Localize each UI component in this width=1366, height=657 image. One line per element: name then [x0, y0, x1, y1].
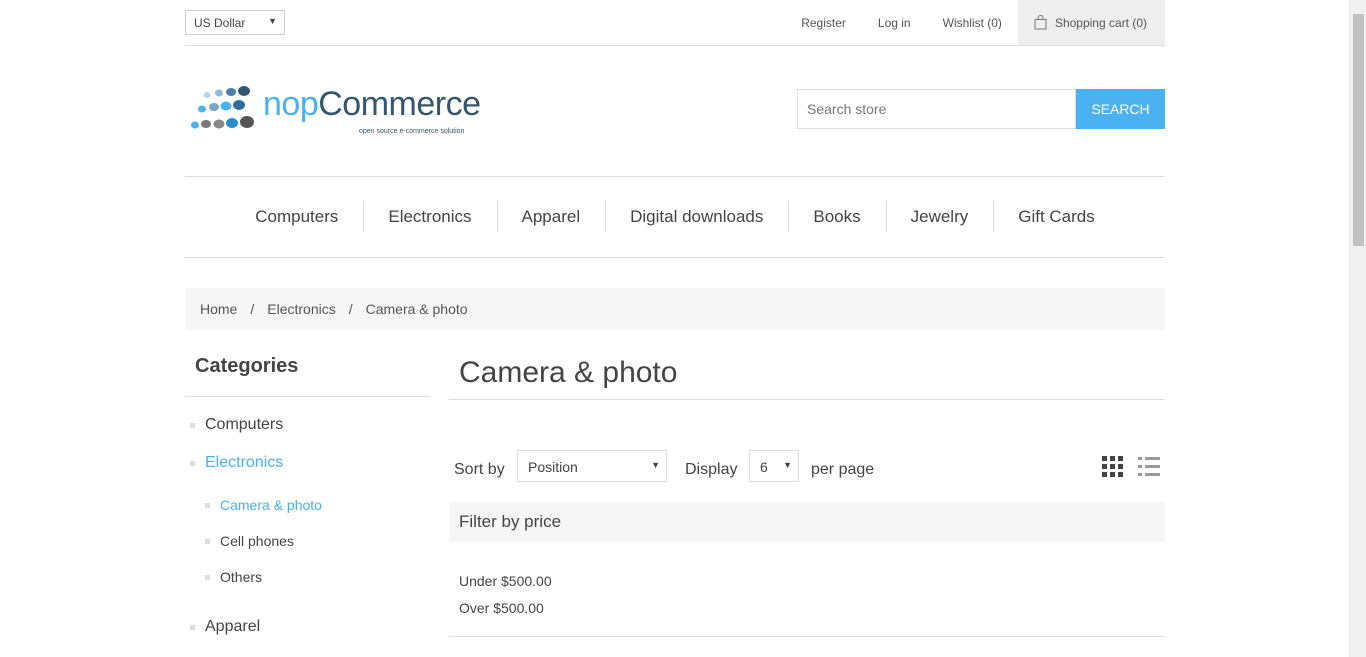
register-link[interactable]: Register	[801, 16, 846, 30]
search-button[interactable]: Search	[1076, 89, 1165, 129]
shopping-cart-label: Shopping cart (0)	[1054, 15, 1147, 30]
page-size-value: 6	[760, 459, 768, 475]
menu-item-electronics[interactable]: Electronics	[363, 201, 496, 232]
subcategory-label: Others	[220, 569, 263, 585]
category-label: Apparel	[205, 618, 261, 635]
bullet-icon	[205, 503, 210, 508]
category-label: Computers	[205, 416, 284, 433]
price-range-over-500[interactable]: Over $500.00	[459, 595, 1165, 622]
per-page-label: per page	[811, 461, 875, 478]
category-item-computers[interactable]: Computers	[185, 413, 430, 451]
top-menu: Computers Electronics Apparel Digital do…	[185, 176, 1165, 258]
category-item-apparel[interactable]: Apparel	[185, 615, 430, 653]
menu-item-gift-cards[interactable]: Gift Cards	[993, 201, 1120, 232]
page-title: Camera & photo	[449, 355, 1165, 400]
chevron-down-icon: ▼	[651, 460, 660, 470]
category-list: Computers Electronics Camera & photo Cel…	[185, 413, 430, 653]
price-filter-title: Filter by price	[449, 502, 1165, 542]
breadcrumb-separator: /	[250, 301, 255, 317]
menu-item-apparel[interactable]: Apparel	[496, 201, 606, 232]
breadcrumb-home[interactable]: Home	[200, 301, 237, 317]
menu-item-digital-downloads[interactable]: Digital downloads	[605, 201, 788, 232]
shopping-bag-icon	[1034, 15, 1047, 30]
header-main: nopCommerce open source e-commerce solut…	[185, 46, 1165, 176]
sort-by-select[interactable]: Position ▼	[517, 450, 667, 482]
logo-tagline: open source e-commerce solution	[359, 128, 465, 135]
breadcrumb-electronics[interactable]: Electronics	[267, 301, 335, 317]
search-input[interactable]	[797, 89, 1076, 129]
store-logo[interactable]: nopCommerce open source e-commerce solut…	[189, 82, 489, 137]
page-scrollbar[interactable]	[1349, 0, 1366, 657]
wishlist-link[interactable]: Wishlist (0)	[943, 16, 1002, 30]
currency-selector[interactable]: US Dollar ▼	[185, 10, 285, 35]
breadcrumb: Home / Electronics / Camera & photo	[185, 288, 1165, 330]
product-selectors: Sort by Position ▼ Display 6 ▼ per page	[449, 450, 1165, 500]
scrollbar-thumb[interactable]	[1353, 14, 1364, 246]
logo-wordmark: nopCommerce	[263, 85, 481, 124]
chevron-down-icon: ▼	[783, 460, 792, 470]
shopping-cart-link[interactable]: Shopping cart (0)	[1017, 0, 1165, 45]
logo-dots-icon	[191, 86, 254, 129]
subcategory-list: Camera & photo Cell phones Others	[185, 495, 430, 603]
subcategory-item-camera-photo[interactable]: Camera & photo	[185, 495, 430, 531]
list-view-icon[interactable]	[1137, 455, 1161, 479]
category-item-electronics[interactable]: Electronics	[185, 451, 430, 489]
bullet-icon	[190, 625, 195, 630]
header-links: Register Log in Wishlist (0) Shopping ca…	[769, 0, 1165, 45]
bullet-icon	[190, 461, 195, 466]
categories-block: Categories Computers Electronics Camera …	[185, 355, 430, 653]
grid-view-icon[interactable]	[1101, 455, 1125, 479]
subcategory-item-others[interactable]: Others	[185, 567, 430, 603]
breadcrumb-separator: /	[348, 301, 353, 317]
logo-brand-dark: Commerce	[318, 85, 481, 123]
login-link[interactable]: Log in	[878, 16, 911, 30]
page-wrapper: US Dollar ▼ Register Log in Wishlist (0)…	[185, 0, 1165, 637]
search-box: Search	[797, 89, 1165, 129]
center-column: Camera & photo Sort by Position ▼ Displa…	[449, 355, 1165, 637]
display-label: Display	[685, 461, 738, 478]
price-range-list: Under $500.00 Over $500.00	[449, 542, 1165, 637]
bullet-icon	[190, 423, 195, 428]
sort-by-value: Position	[528, 459, 578, 475]
bullet-icon	[205, 539, 210, 544]
categories-title: Categories	[185, 355, 430, 397]
page-size-select[interactable]: 6 ▼	[749, 450, 799, 482]
subcategory-label: Camera & photo	[220, 497, 322, 513]
price-range-under-500[interactable]: Under $500.00	[459, 568, 1165, 595]
menu-item-computers[interactable]: Computers	[230, 207, 363, 227]
subcategory-label: Cell phones	[220, 533, 294, 549]
menu-item-books[interactable]: Books	[788, 201, 885, 232]
subcategory-item-cell-phones[interactable]: Cell phones	[185, 531, 430, 567]
bullet-icon	[205, 575, 210, 580]
header-links-bar: US Dollar ▼ Register Log in Wishlist (0)…	[185, 0, 1165, 46]
currency-value: US Dollar	[194, 16, 246, 30]
sort-by-label: Sort by	[454, 461, 505, 478]
menu-item-jewelry[interactable]: Jewelry	[885, 201, 994, 232]
category-label: Electronics	[205, 454, 284, 471]
chevron-down-icon: ▼	[268, 16, 277, 26]
breadcrumb-current: Camera & photo	[365, 301, 468, 317]
logo-brand-light: nop	[263, 85, 319, 123]
